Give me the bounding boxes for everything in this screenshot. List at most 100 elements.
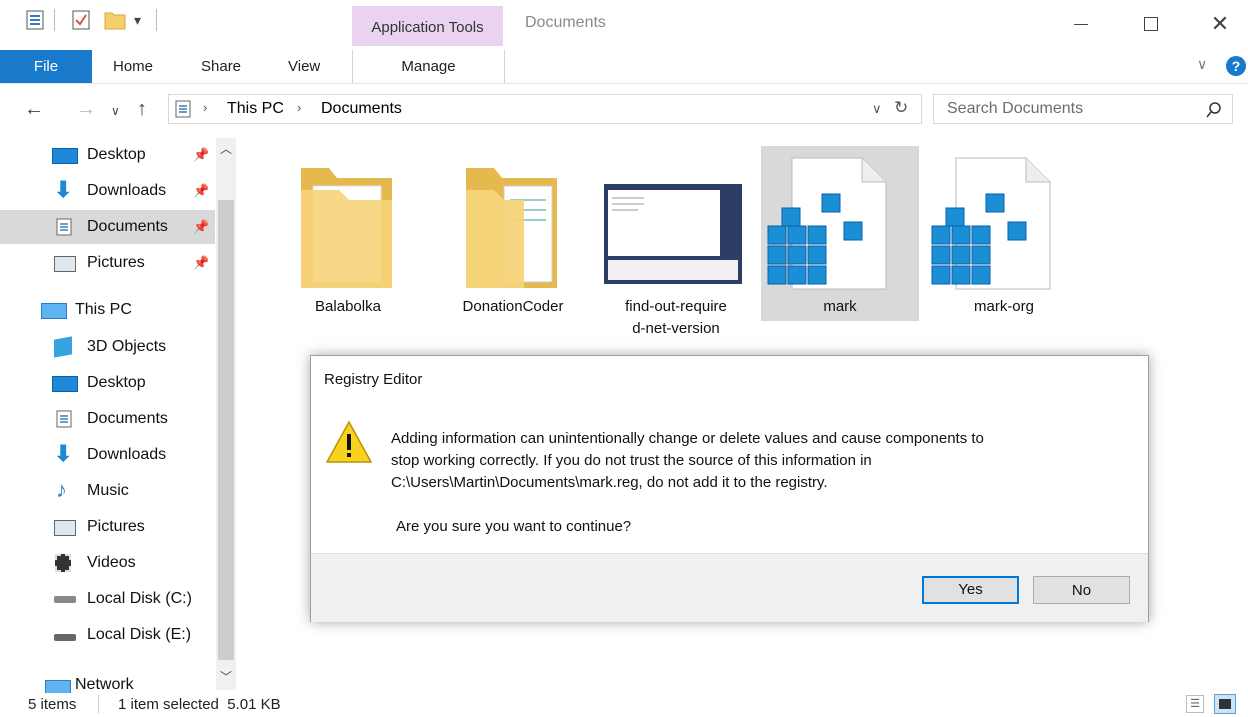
sidebar-item-label: Music	[87, 482, 129, 499]
recent-locations-icon[interactable]: ∨	[111, 104, 120, 118]
maximize-button[interactable]	[1128, 6, 1174, 42]
scrollbar-thumb[interactable]	[218, 200, 234, 660]
file-label: mark	[823, 298, 857, 315]
tab-manage[interactable]: Manage	[352, 50, 505, 83]
registry-file-icon	[767, 157, 887, 290]
dialog-message: Adding information can unintentionally c…	[391, 428, 1131, 494]
application-tools-tab: Application Tools	[352, 6, 503, 46]
properties-icon[interactable]	[26, 10, 44, 30]
file-item-balabolka[interactable]: Balabolka	[269, 146, 427, 321]
address-bar[interactable]: › This PC › Documents ∨ ↻	[168, 94, 922, 124]
large-icons-view-icon[interactable]	[1214, 694, 1236, 714]
selection-info: 1 item selected 5.01 KB	[118, 696, 281, 713]
dialog-question: Are you sure you want to continue?	[396, 518, 632, 535]
desktop-icon	[52, 376, 78, 392]
help-icon[interactable]: ?	[1226, 56, 1246, 76]
sidebar-item-desktop[interactable]: Desktop	[0, 366, 215, 400]
dialog-message-line: Adding information can unintentionally c…	[391, 430, 984, 447]
local-disk-c-icon	[54, 596, 76, 603]
registry-file-icon	[931, 157, 1051, 290]
sidebar-item-label: Local Disk (C:)	[87, 590, 192, 607]
tab-home[interactable]: Home	[113, 50, 153, 83]
breadcrumb-this-pc[interactable]: This PC	[227, 100, 284, 118]
pin-icon: 📌	[193, 219, 210, 234]
refresh-icon[interactable]: ↻	[894, 98, 908, 118]
forward-arrow-icon[interactable]: →	[76, 98, 96, 121]
address-dropdown-icon[interactable]: ∨	[872, 101, 882, 117]
sidebar-item-local-disk-e[interactable]: Local Disk (E:)	[0, 618, 215, 652]
file-item-donationcoder[interactable]: DonationCoder	[434, 146, 592, 321]
sidebar-item-label: Videos	[87, 554, 136, 571]
search-placeholder: Search Documents	[947, 100, 1084, 117]
file-label: find-out-require d-net-version	[597, 296, 755, 340]
ribbon-tabs: File Home Share View Manage ∨ ?	[0, 50, 1248, 84]
status-bar: 5 items 1 item selected 5.01 KB ☰	[0, 693, 1248, 717]
back-arrow-icon[interactable]: ←	[24, 98, 44, 121]
sidebar-item-downloads-quick[interactable]: ⬇ Downloads 📌	[0, 174, 215, 208]
breadcrumb-documents[interactable]: Documents	[321, 100, 402, 118]
file-item-mark-org[interactable]: mark-org	[925, 146, 1083, 321]
expand-ribbon-icon[interactable]: ∨	[1197, 56, 1207, 73]
minimize-button[interactable]	[1058, 6, 1104, 42]
pin-icon: 📌	[193, 147, 210, 162]
sidebar-item-documents-quick[interactable]: Documents 📌	[0, 210, 215, 244]
sidebar-item-pictures[interactable]: Pictures	[0, 510, 215, 544]
sidebar-item-label: Pictures	[87, 518, 145, 535]
search-input[interactable]: Search Documents	[933, 94, 1233, 124]
close-button[interactable]: ✕	[1197, 6, 1243, 42]
sidebar-item-downloads[interactable]: ⬇ Downloads	[0, 438, 215, 472]
pictures-icon	[54, 520, 76, 536]
file-label-line: find-out-require	[625, 298, 727, 315]
music-icon: ♪	[56, 477, 67, 502]
file-label: Balabolka	[315, 298, 381, 315]
breadcrumb-separator-icon[interactable]: ›	[203, 100, 207, 115]
documents-icon	[56, 410, 72, 428]
sidebar-item-this-pc[interactable]: This PC	[0, 293, 215, 327]
sidebar-item-documents[interactable]: Documents	[0, 402, 215, 436]
sidebar-item-label: Network	[75, 676, 134, 693]
navigation-pane: Desktop 📌 ⬇ Downloads 📌 Documents 📌 Pict…	[0, 138, 240, 693]
sidebar-item-label: Documents	[87, 410, 168, 427]
pin-icon: 📌	[193, 255, 210, 270]
tab-view[interactable]: View	[288, 50, 320, 83]
up-arrow-icon[interactable]: ↑	[137, 98, 147, 121]
this-pc-icon	[41, 303, 67, 319]
sidebar-item-videos[interactable]: Videos	[0, 546, 215, 580]
no-button[interactable]: No	[1033, 576, 1130, 604]
file-label: DonationCoder	[462, 298, 564, 315]
checkmark-icon[interactable]	[72, 10, 90, 30]
sidebar-item-network[interactable]: Network	[0, 668, 215, 693]
sidebar-item-label: This PC	[75, 301, 132, 318]
large-icons-view-glyph	[1219, 699, 1231, 709]
sidebar-item-pictures-quick[interactable]: Pictures 📌	[0, 246, 215, 280]
yes-button[interactable]: Yes	[922, 576, 1019, 604]
search-icon	[1206, 102, 1221, 118]
new-folder-icon[interactable]	[104, 10, 126, 30]
sidebar-item-label: Documents	[87, 218, 168, 235]
local-disk-e-icon	[54, 634, 76, 641]
file-item-find-out-required-net-version[interactable]: find-out-require d-net-version	[597, 146, 755, 337]
scroll-up-icon[interactable]: ︿	[220, 140, 232, 157]
sidebar-item-local-disk-c[interactable]: Local Disk (C:)	[0, 582, 215, 616]
sidebar-item-label: Local Disk (E:)	[87, 626, 192, 643]
scroll-down-icon[interactable]: ﹀	[220, 668, 232, 685]
videos-icon	[55, 554, 71, 572]
file-item-mark[interactable]: mark	[761, 146, 919, 321]
sidebar-item-label: Downloads	[87, 446, 167, 463]
folder-icon	[301, 168, 392, 288]
minimize-icon	[1074, 23, 1088, 25]
details-view-icon[interactable]: ☰	[1186, 695, 1204, 713]
sidebar-scrollbar[interactable]: ︿ ﹀	[216, 138, 236, 690]
network-icon	[45, 680, 71, 693]
customize-qat-icon[interactable]: ▾	[134, 12, 141, 29]
sidebar-item-3d-objects[interactable]: 3D Objects	[0, 330, 215, 364]
breadcrumb-separator-icon[interactable]: ›	[297, 100, 301, 115]
tab-share[interactable]: Share	[201, 50, 241, 83]
sidebar-item-label: Pictures	[87, 254, 145, 271]
sidebar-item-label: 3D Objects	[87, 338, 167, 355]
file-tab[interactable]: File	[0, 50, 92, 83]
3d-objects-icon	[54, 336, 72, 358]
sidebar-item-music[interactable]: ♪ Music	[0, 474, 215, 508]
sidebar-item-desktop-quick[interactable]: Desktop 📌	[0, 138, 215, 172]
pictures-icon	[54, 256, 76, 272]
